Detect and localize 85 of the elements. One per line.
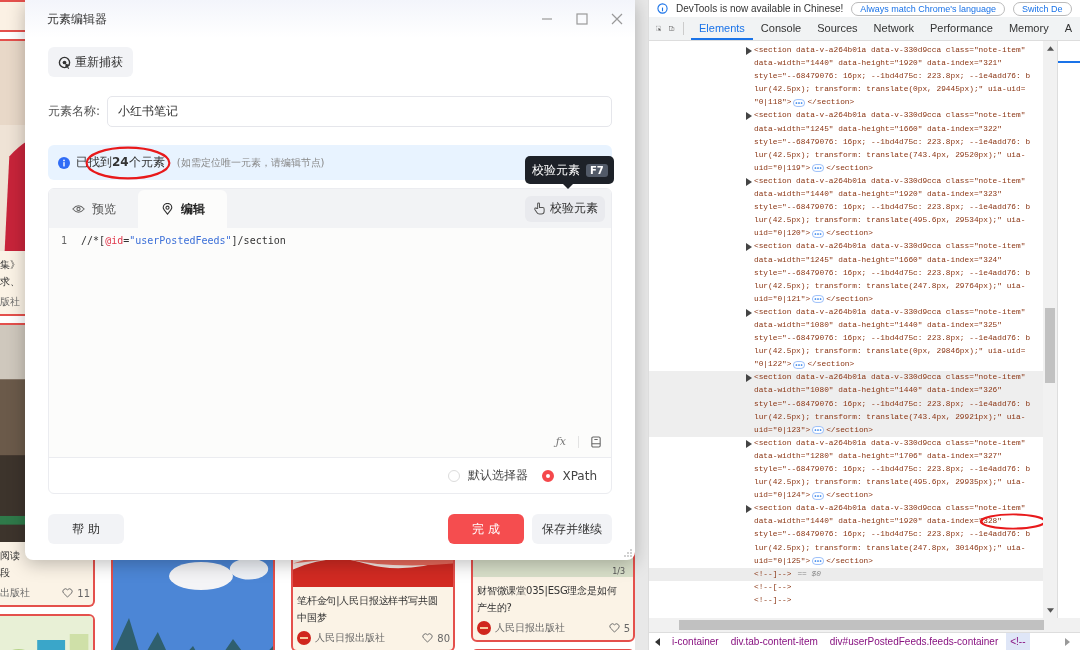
note-title: 笔杆金句|人民日报这样书写共圆 (297, 594, 439, 609)
hand-icon (532, 202, 546, 215)
book-icon[interactable] (591, 435, 601, 448)
devtools-tab[interactable]: Memory (1000, 17, 1057, 40)
field-label: 元素名称: (48, 103, 101, 120)
author-name: 人民日报出版社 (495, 621, 566, 635)
ellipsis-icon[interactable] (812, 426, 825, 435)
info-icon (657, 3, 668, 14)
info-icon (58, 156, 70, 169)
ellipsis-icon[interactable] (812, 491, 825, 500)
notice-button[interactable]: Always match Chrome's language (851, 1, 1006, 16)
ellipsis-icon[interactable] (793, 98, 806, 107)
heart-icon[interactable] (62, 588, 74, 598)
validate-button[interactable]: 校验元素 (525, 195, 605, 222)
author-name: 出版社 (0, 586, 31, 600)
resize-grip-icon[interactable] (623, 548, 633, 558)
shortcut-key: F7 (586, 163, 608, 177)
expand-arrow-icon[interactable] (746, 374, 752, 383)
editor-tab[interactable]: 预览 (49, 190, 138, 228)
location-pin-icon (160, 203, 174, 215)
capture-icon (58, 55, 71, 69)
breadcrumb[interactable]: div#userPostedFeeds.feeds-container (825, 633, 1003, 650)
ellipsis-icon[interactable] (812, 229, 825, 238)
breadcrumb[interactable]: <!-- (1006, 633, 1030, 650)
line-number: 1 (61, 234, 68, 246)
heart-icon[interactable] (608, 623, 620, 633)
devtools-tab[interactable]: A (1056, 17, 1080, 40)
ellipsis-icon[interactable] (812, 295, 825, 304)
ellipsis-icon[interactable] (812, 557, 825, 566)
devtools-tab[interactable]: Performance (921, 17, 1001, 40)
vertical-scrollbar[interactable] (1043, 41, 1057, 618)
note-title: 财智微课堂035|ESG理念是如何 (477, 584, 618, 599)
like-count: 5 (623, 622, 630, 634)
name-field[interactable]: 小红书笔记 (107, 96, 612, 127)
expand-arrow-icon[interactable] (746, 112, 752, 121)
author-name: 版社 (0, 295, 21, 309)
expand-arrow-icon[interactable] (746, 505, 752, 514)
image-counter: 1/3 (612, 567, 625, 576)
devtools-tab[interactable]: Sources (809, 17, 866, 40)
expand-arrow-icon[interactable] (746, 308, 752, 317)
author-name: 人民日报出版社 (315, 631, 386, 645)
radio-button[interactable] (542, 469, 555, 482)
window-title: 元素编辑器 (47, 10, 108, 28)
note-title: 求、 (0, 275, 21, 289)
save-continue-button[interactable]: 保存并继续 (532, 514, 612, 544)
scroll-right-icon[interactable] (1065, 637, 1070, 646)
code-line[interactable]: //*[@id="userPostedFeeds"]/section (81, 234, 286, 246)
scroll-up-icon[interactable] (1046, 46, 1054, 51)
tooltip-text: 校验元素 (532, 161, 580, 179)
editor-tab[interactable]: 编辑 (138, 190, 227, 228)
scroll-down-icon[interactable] (1046, 608, 1054, 613)
page-scrollbar[interactable] (635, 0, 648, 650)
notice-button[interactable]: Switch De (1013, 1, 1072, 16)
maximize-icon[interactable] (576, 13, 588, 25)
note-title: 集》 (0, 258, 21, 272)
like-count: 80 (437, 632, 450, 644)
devtools-tab[interactable]: Elements (691, 17, 753, 40)
note-title: 产生的? (477, 601, 513, 615)
like-count: 11 (77, 587, 90, 599)
expand-arrow-icon[interactable] (746, 439, 752, 448)
scrollbar-thumb[interactable] (1045, 308, 1055, 383)
breadcrumb[interactable]: div.tab-content-item (726, 633, 822, 650)
eye-icon (71, 203, 85, 215)
recapture-button[interactable]: 重新捕获 (48, 47, 133, 77)
devtools-tab[interactable]: Network (865, 17, 922, 40)
scroll-left-icon[interactable] (655, 637, 660, 646)
help-button[interactable]: 帮 助 (48, 514, 124, 544)
breadcrumb[interactable]: i-container (668, 633, 723, 650)
horizontal-scrollbar[interactable] (649, 618, 1080, 632)
devtools-tab[interactable]: Console (752, 17, 810, 40)
note-title: 段 (0, 566, 11, 580)
expand-arrow-icon[interactable] (746, 47, 752, 55)
ellipsis-icon[interactable] (812, 164, 825, 173)
notice-message: DevTools is now available in Chinese! (676, 3, 844, 14)
close-icon[interactable] (611, 13, 623, 25)
expand-arrow-icon[interactable] (746, 243, 752, 252)
match-hint: (如需定位唯一元素，请编辑节点) (176, 155, 325, 170)
radio-label[interactable]: 默认选择器 (468, 467, 529, 484)
expand-arrow-icon[interactable] (746, 177, 752, 186)
ellipsis-icon[interactable] (793, 360, 806, 369)
note-title: 中国梦 (297, 611, 328, 625)
heart-icon[interactable] (422, 633, 434, 643)
radio-label[interactable]: XPath (562, 468, 597, 483)
note-title: 阅读 (0, 549, 21, 563)
formula-button[interactable]: ƒx (555, 435, 566, 448)
